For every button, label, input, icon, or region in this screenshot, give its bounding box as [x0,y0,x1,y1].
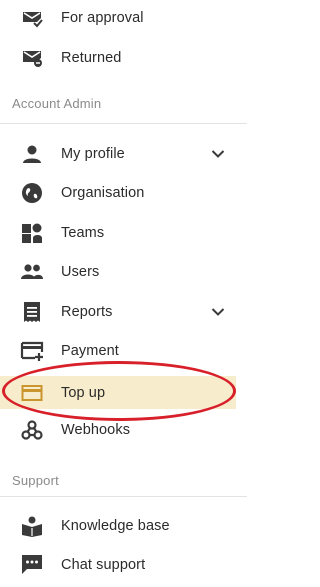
section-heading-support: Support [12,473,59,488]
chevron-down-icon[interactable] [208,144,228,164]
nav-item-label: Teams [61,225,105,241]
nav-item-label: Organisation [61,185,145,201]
nav-item-label: Payment [61,343,119,359]
nav-item-chat-support[interactable]: Chat support [0,549,247,581]
nav-item-label: Returned [61,50,122,66]
nav-item-reports[interactable]: Reports [0,296,247,328]
nav-item-webhooks[interactable]: Webhooks [0,414,247,446]
highlight-annotation-ring [2,361,236,421]
nav-item-label: Reports [61,304,113,320]
nav-item-label: Chat support [61,557,146,573]
chat-icon [20,553,44,577]
person-icon [20,142,44,166]
chevron-down-icon[interactable] [208,302,228,322]
nav-item-users[interactable]: Users [0,256,247,288]
webhook-icon [20,418,44,442]
nav-item-label: For approval [61,10,144,26]
book-reader-icon [20,514,44,538]
nav-item-label: Users [61,264,100,280]
nav-item-knowledge-base[interactable]: Knowledge base [0,510,247,542]
globe-icon [20,181,44,205]
section-divider [0,123,247,124]
receipt-icon [20,300,44,324]
nav-item-organisation[interactable]: Organisation [0,177,247,209]
nav-item-label: My profile [61,146,125,162]
section-heading-account-admin: Account Admin [12,96,102,111]
users-icon [20,260,44,284]
mail-check-icon [20,6,44,30]
mail-return-icon [20,46,44,70]
section-divider [0,496,247,497]
nav-item-my-profile[interactable]: My profile [0,138,247,170]
nav-item-teams[interactable]: Teams [0,217,247,249]
card-add-icon [20,339,44,363]
nav-item-returned[interactable]: Returned [0,42,247,74]
teams-icon [20,221,44,245]
nav-item-for-approval[interactable]: For approval [0,2,247,34]
nav-item-label: Webhooks [61,422,131,438]
nav-item-label: Knowledge base [61,518,170,534]
